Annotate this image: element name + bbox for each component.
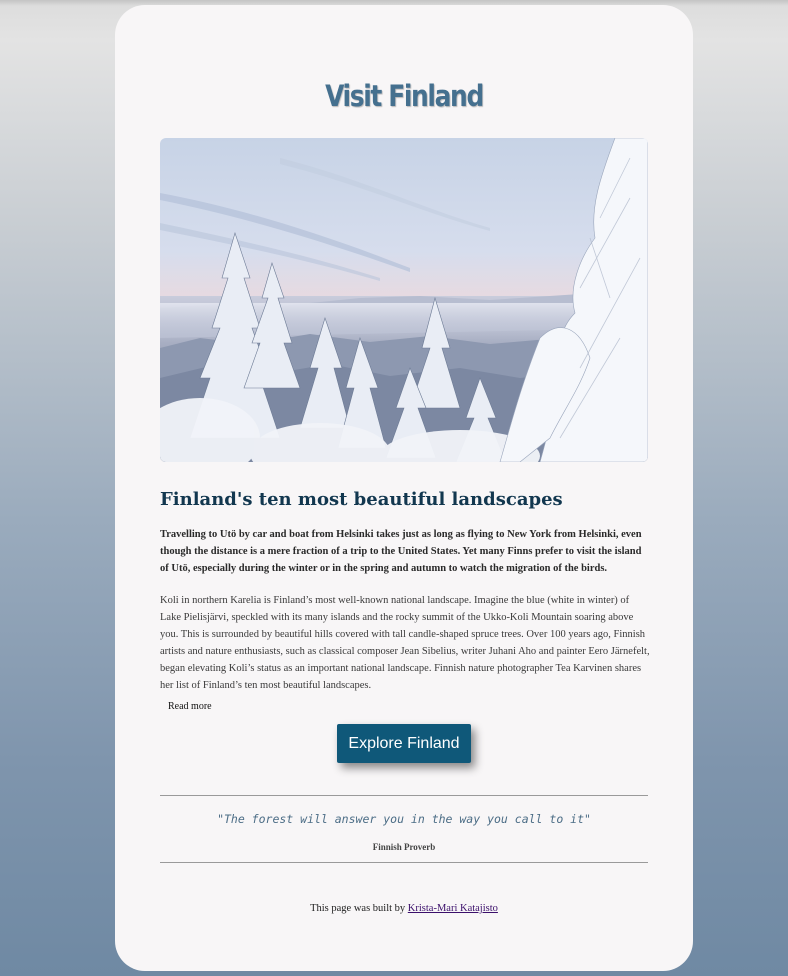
author-link[interactable]: Krista-Mari Katajisto <box>408 903 498 914</box>
article-body: Koli in northern Karelia is Finland’s mo… <box>160 595 650 691</box>
article-heading: Finland's ten most beautiful landscapes <box>160 489 563 510</box>
article-lead: Travelling to Utö by car and boat from H… <box>160 529 642 574</box>
content-card: Visit Finland Finland's ten most beautif… <box>115 5 693 971</box>
explore-finland-button[interactable]: Explore Finland <box>337 724 471 763</box>
snowy-forest-landscape-image <box>160 138 648 462</box>
quote-source: Finnish Proverb <box>372 842 436 852</box>
hero-image <box>160 138 648 462</box>
divider-bottom <box>160 862 648 863</box>
divider-top <box>160 795 648 796</box>
page-title: Visit Finland <box>325 79 484 113</box>
quote-text: "The forest will answer you in the way y… <box>217 812 591 826</box>
footer-prefix: This page was built by <box>310 903 408 914</box>
read-more-link[interactable]: Read more <box>168 701 212 712</box>
footer: This page was built by Krista-Mari Kataj… <box>115 903 693 914</box>
